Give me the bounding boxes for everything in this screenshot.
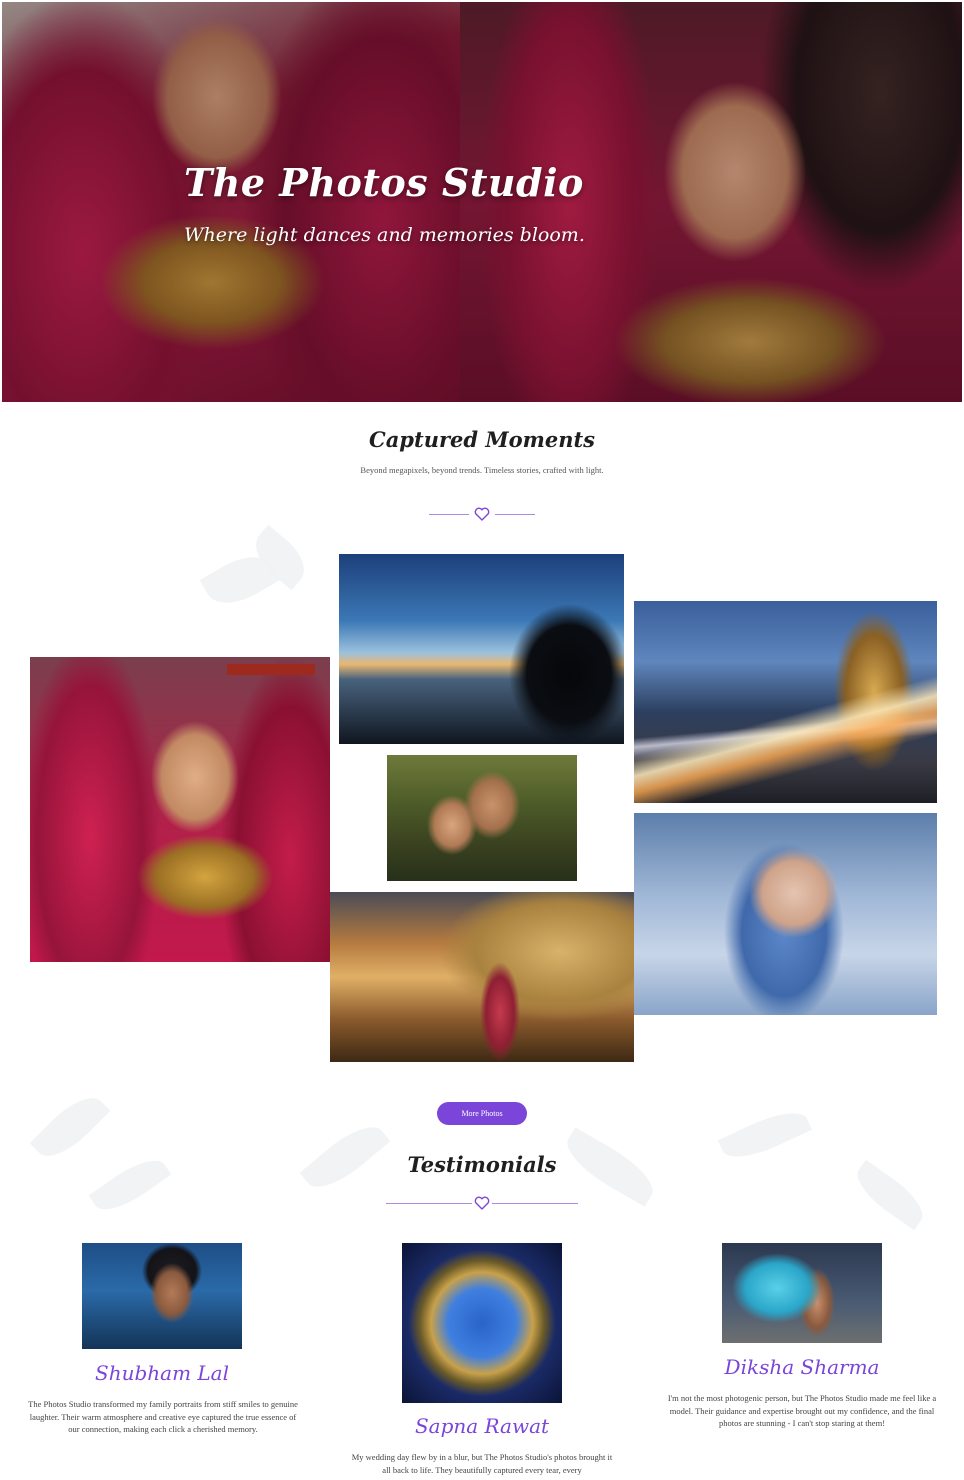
gallery-photo-palace-bride[interactable] bbox=[330, 892, 634, 1062]
gallery-title: Captured Moments bbox=[368, 427, 596, 452]
testimonial-photo-diksha bbox=[722, 1243, 882, 1343]
hero-banner: The Photos Studio Where light dances and… bbox=[2, 2, 962, 402]
hero-title: The Photos Studio bbox=[184, 160, 584, 205]
gallery-photo-couple-selfie[interactable] bbox=[387, 755, 577, 881]
gallery-photo-sunset-child[interactable] bbox=[339, 554, 624, 744]
testimonial-text: The Photos Studio transformed my family … bbox=[28, 1399, 298, 1434]
heart-icon bbox=[474, 507, 490, 521]
more-photos-button[interactable]: More Photos bbox=[437, 1102, 527, 1125]
gallery-photo-bride[interactable] bbox=[30, 657, 330, 962]
testimonial-photo-shubham bbox=[82, 1243, 242, 1349]
hero-tagline: Where light dances and memories bloom. bbox=[184, 224, 585, 246]
gallery-photo-london-night[interactable] bbox=[634, 601, 937, 803]
testimonial-text: My wedding day flew by in a blur, but Th… bbox=[351, 1452, 613, 1475]
testimonial-photo-sapna bbox=[402, 1243, 562, 1403]
gallery-subtitle: Beyond megapixels, beyond trends. Timele… bbox=[360, 465, 604, 475]
gallery-photo-newborn[interactable] bbox=[634, 813, 937, 1015]
testimonial-name: Sapna Rawat bbox=[414, 1414, 550, 1438]
gallery-divider bbox=[429, 507, 535, 521]
testimonial-name: Diksha Sharma bbox=[724, 1355, 880, 1379]
testimonial-name: Shubham Lal bbox=[95, 1361, 229, 1385]
testimonial-text: I'm not the most photogenic person, but … bbox=[667, 1393, 937, 1428]
testimonials-divider bbox=[386, 1196, 578, 1210]
heart-icon bbox=[474, 1196, 490, 1210]
testimonials-title: Testimonials bbox=[407, 1152, 557, 1177]
